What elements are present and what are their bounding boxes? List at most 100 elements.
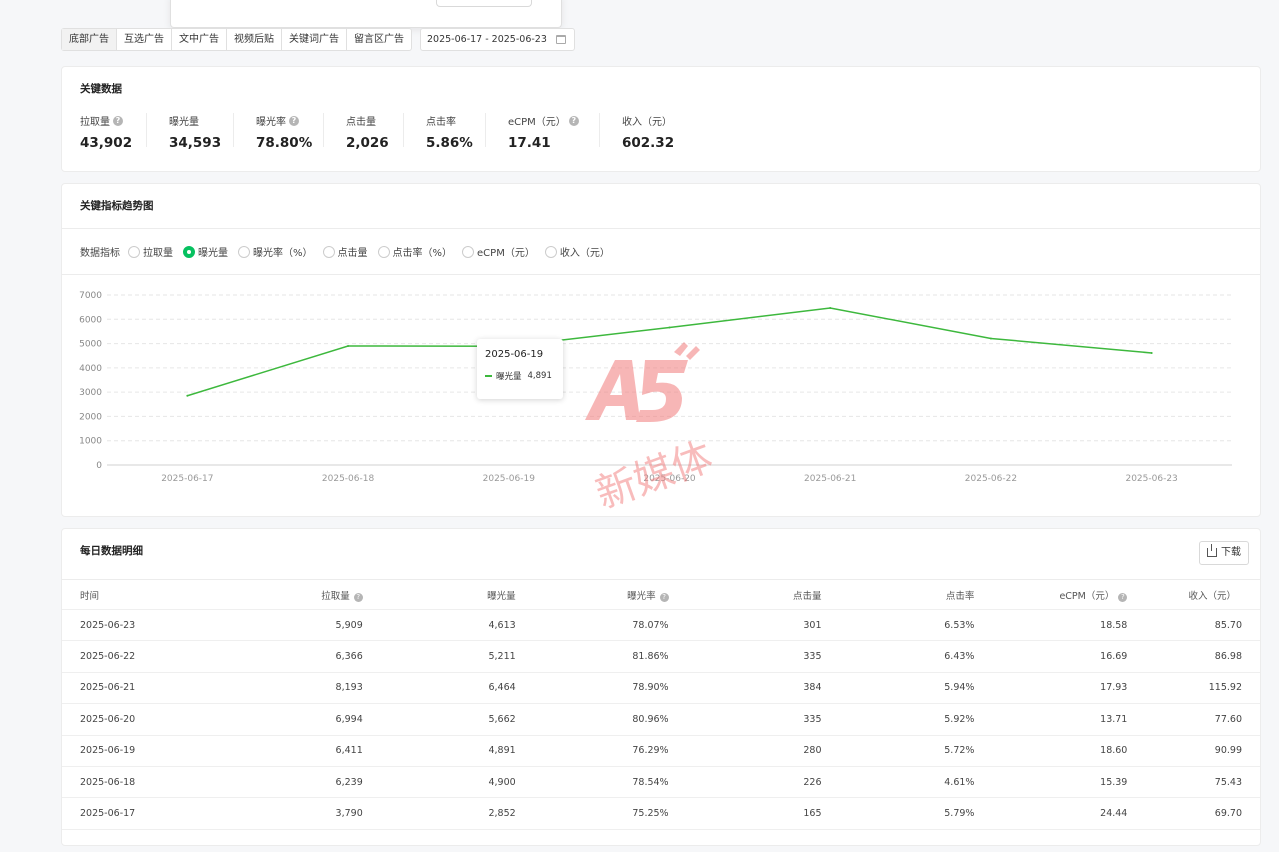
tab-keyword-ad[interactable]: 关键词广告 — [282, 29, 347, 50]
table-cell: 384 — [668, 672, 822, 705]
table-cell: 3,790 — [214, 797, 363, 830]
table-cell: 90.99 — [1127, 735, 1260, 767]
metric-item: 点击率 5.86% — [426, 113, 473, 151]
tooltip-date: 2025-06-19 — [485, 349, 544, 360]
metric-divider — [599, 113, 600, 147]
tab-video-post-ad[interactable]: 视频后贴 — [227, 29, 282, 50]
help-icon[interactable]: ? — [289, 115, 299, 126]
table-cell: 78.90% — [515, 672, 669, 705]
table-row: 2025-06-20 6,994 5,662 80.96% 335 5.92% 13.71 7… — [62, 703, 1260, 736]
column-header-text: 点击率 — [945, 590, 975, 602]
data-point — [347, 345, 350, 347]
y-tick-label: 7000 — [79, 291, 102, 301]
table-row: 2025-06-21 8,193 6,464 78.90% 384 5.94% 17.93 1… — [62, 672, 1260, 705]
column-header-text: 拉取量 — [321, 590, 350, 602]
calendar-icon — [556, 35, 566, 44]
metric-label-text: 拉取量 — [80, 117, 110, 128]
download-button[interactable]: 下载 — [1199, 541, 1249, 565]
table-cell: 4,613 — [362, 609, 516, 642]
table-cell: 280 — [668, 735, 822, 767]
table-cell: 6.43% — [821, 640, 975, 673]
daily-detail-card: 每日数据明细 下载 时间 拉取量? 曝光量 曝光率? 点击量 点击率 eCPM（元）? 收入（… — [61, 528, 1261, 846]
column-header: 时间 — [62, 579, 215, 610]
metric-item: 点击量 2,026 — [346, 113, 389, 151]
table-cell: 5.94% — [821, 672, 975, 705]
radio-label: 点击量 — [337, 248, 368, 259]
radio-circle-icon — [238, 245, 250, 258]
table-cell: 78.07% — [515, 609, 669, 642]
table-cell: 17.93 — [974, 672, 1128, 705]
table-cell: 80.96% — [515, 703, 669, 736]
tab-mutual-select-ad[interactable]: 互选广告 — [117, 29, 172, 50]
table-cell: 5.79% — [821, 797, 975, 830]
radio-circle-icon — [544, 245, 557, 258]
table-cell: 5,211 — [362, 640, 516, 673]
series-line — [187, 307, 1152, 397]
daily-title: 每日数据明细 — [80, 545, 143, 557]
tab-comment-ad[interactable]: 留言区广告 — [347, 29, 411, 50]
table-cell: 335 — [668, 640, 822, 673]
indicator-radio[interactable]: 拉取量 — [128, 244, 173, 259]
divider — [62, 228, 1260, 229]
tab-in-article-ad[interactable]: 文中广告 — [172, 29, 227, 50]
metric-item: 拉取量? 43,902 — [80, 113, 132, 151]
metric-item: 收入（元） 602.32 — [622, 113, 674, 151]
x-tick-label: 2025-06-18 — [322, 474, 375, 484]
indicator-radio[interactable]: 曝光量 — [183, 244, 228, 259]
indicator-radio[interactable]: 点击率（%） — [377, 244, 452, 259]
table-cell: 18.58 — [974, 609, 1128, 642]
table-cell: 4.61% — [821, 766, 975, 799]
table-row: 2025-06-23 5,909 4,613 78.07% 301 6.53% 18.58 8… — [62, 609, 1260, 642]
metric-label: 拉取量? — [80, 113, 132, 128]
metric-value: 2,026 — [346, 135, 389, 151]
date-range-picker[interactable]: 2025-06-17 - 2025-06-23 — [420, 28, 575, 51]
y-tick-label: 4000 — [79, 364, 102, 374]
table-cell: 5,909 — [214, 609, 363, 642]
metric-label: 曝光率? — [256, 113, 312, 128]
y-tick-label: 6000 — [79, 315, 102, 325]
help-icon[interactable]: ? — [1118, 592, 1128, 602]
table-cell: 24.44 — [974, 797, 1128, 830]
column-header: 拉取量? — [214, 579, 363, 610]
table-cell: 226 — [668, 766, 822, 799]
x-tick-label: 2025-06-21 — [804, 474, 856, 484]
column-header: 点击量 — [668, 579, 822, 610]
indicator-radio[interactable]: 收入（元） — [544, 244, 610, 259]
column-header: 点击率 — [821, 579, 975, 610]
metric-label-text: eCPM（元） — [508, 117, 566, 128]
indicator-radio[interactable]: eCPM（元） — [462, 244, 535, 259]
radio-label: 拉取量 — [143, 248, 173, 259]
table-row: 2025-06-19 6,411 4,891 76.29% 280 5.72% 18.60 9… — [62, 735, 1260, 767]
help-icon[interactable]: ? — [568, 115, 579, 126]
indicator-radio[interactable]: 曝光率（%） — [238, 244, 313, 259]
metric-divider — [233, 113, 234, 147]
metric-divider — [403, 113, 404, 147]
metric-label: 收入（元） — [622, 113, 674, 128]
trend-title: 关键指标趋势图 — [80, 200, 154, 212]
metric-divider — [323, 113, 324, 147]
chart-tooltip: 2025-06-19 曝光量 4,891 — [477, 339, 563, 399]
table-row: 2025-06-17 3,790 2,852 75.25% 165 5.79% 24.44 6… — [62, 797, 1260, 830]
help-icon[interactable]: ? — [353, 592, 363, 602]
column-header: 曝光量 — [362, 579, 516, 610]
tab-bottom-ad[interactable]: 底部广告 — [62, 29, 117, 50]
radio-label: 曝光量 — [198, 248, 228, 259]
table-cell: 2,852 — [362, 797, 516, 830]
key-data-card: 关键数据 拉取量? 43,902 曝光量 34,593 曝光率? 78.80% 点击量 2,0… — [61, 66, 1261, 172]
radio-label: 曝光率（%） — [253, 248, 313, 259]
column-header-text: eCPM（元） — [1059, 590, 1115, 602]
table-cell: 2025-06-19 — [62, 735, 215, 767]
popover-button[interactable] — [436, 0, 532, 7]
date-range-value: 2025-06-17 - 2025-06-23 — [427, 34, 547, 45]
metric-label-text: 点击率 — [426, 117, 456, 128]
metric-value: 34,593 — [169, 135, 222, 151]
table-cell: 69.70 — [1127, 797, 1260, 830]
table-cell: 76.29% — [515, 735, 669, 767]
metric-value: 602.32 — [622, 135, 675, 151]
indicator-radio[interactable]: 点击量 — [322, 244, 368, 259]
table-cell: 13.71 — [974, 703, 1128, 736]
help-icon[interactable]: ? — [659, 592, 669, 602]
help-icon[interactable]: ? — [113, 115, 123, 126]
metric-label-text: 曝光率 — [256, 117, 286, 128]
x-tick-label: 2025-06-19 — [483, 474, 536, 484]
